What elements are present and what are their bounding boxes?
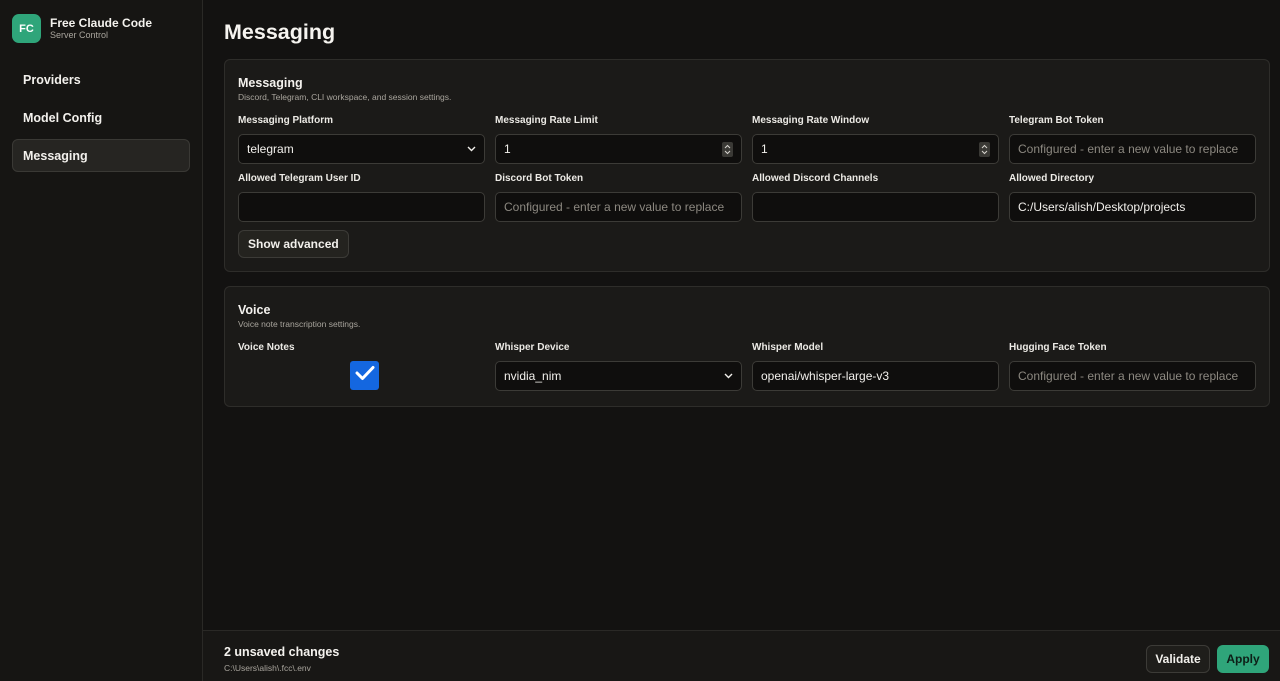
messaging-rate-window-label: Messaging Rate Window <box>752 115 870 126</box>
sidebar-nav: Providers Model Config Messaging <box>12 63 190 177</box>
whisper-device-value: nvidia_nim <box>504 369 562 383</box>
unsaved-changes-text: 2 unsaved changes <box>224 645 340 659</box>
messaging-card-description: Discord, Telegram, CLI workspace, and se… <box>238 92 452 102</box>
allowed-discord-channels-input[interactable] <box>752 192 999 222</box>
messaging-rate-limit-value: 1 <box>504 142 511 156</box>
show-advanced-button[interactable]: Show advanced <box>238 230 349 258</box>
allowed-directory-label: Allowed Directory <box>1009 173 1095 184</box>
sidebar-item-model-config[interactable]: Model Config <box>12 101 190 134</box>
messaging-card-title: Messaging <box>238 76 303 90</box>
discord-bot-token-field: Discord Bot Token Configured - enter a n… <box>495 173 742 222</box>
messaging-platform-value: telegram <box>247 142 294 156</box>
apply-button[interactable]: Apply <box>1217 645 1269 673</box>
messaging-rate-limit-field: Messaging Rate Limit 1 <box>495 115 742 164</box>
voice-card: Voice Voice note transcription settings.… <box>224 286 1270 407</box>
validate-button[interactable]: Validate <box>1146 645 1210 673</box>
footer-bar: 2 unsaved changes C:\Users\alish\.fcc\.e… <box>203 630 1280 681</box>
brand-logo: FC <box>12 14 41 43</box>
voice-notes-label: Voice Notes <box>238 342 295 353</box>
messaging-platform-label: Messaging Platform <box>238 115 334 126</box>
brand-text: Free Claude Code Server Control <box>50 16 152 41</box>
allowed-directory-value: C:/Users/alish/Desktop/projects <box>1018 200 1186 214</box>
hugging-face-token-placeholder: Configured - enter a new value to replac… <box>1018 369 1239 383</box>
telegram-bot-token-label: Telegram Bot Token <box>1009 115 1104 126</box>
telegram-bot-token-field: Telegram Bot Token Configured - enter a … <box>1009 115 1256 164</box>
page-title: Messaging <box>224 20 336 44</box>
allowed-telegram-user-input[interactable] <box>238 192 485 222</box>
messaging-rate-window-value: 1 <box>761 142 768 156</box>
messaging-rate-limit-label: Messaging Rate Limit <box>495 115 598 126</box>
whisper-model-value: openai/whisper-large-v3 <box>761 369 890 383</box>
whisper-model-input[interactable]: openai/whisper-large-v3 <box>752 361 999 391</box>
discord-bot-token-placeholder: Configured - enter a new value to replac… <box>504 200 725 214</box>
chevron-down-icon <box>723 371 733 381</box>
checkmark-icon <box>355 365 375 386</box>
hugging-face-token-input[interactable]: Configured - enter a new value to replac… <box>1009 361 1256 391</box>
whisper-model-field: Whisper Model openai/whisper-large-v3 <box>752 342 999 391</box>
allowed-discord-channels-label: Allowed Discord Channels <box>752 173 879 184</box>
brand-name: Free Claude Code <box>50 16 153 30</box>
whisper-model-label: Whisper Model <box>752 342 824 353</box>
telegram-bot-token-placeholder: Configured - enter a new value to replac… <box>1018 142 1239 156</box>
voice-notes-field: Voice Notes <box>238 342 485 356</box>
voice-notes-checkbox[interactable] <box>350 361 379 390</box>
allowed-directory-input[interactable]: C:/Users/alish/Desktop/projects <box>1009 192 1256 222</box>
messaging-rate-limit-input[interactable]: 1 <box>495 134 742 164</box>
brand-subtitle: Server Control <box>50 30 109 40</box>
spinner-arrows-icon[interactable] <box>979 141 990 157</box>
allowed-directory-field: Allowed Directory C:/Users/alish/Desktop… <box>1009 173 1256 222</box>
sidebar-item-providers[interactable]: Providers <box>12 63 190 96</box>
messaging-platform-field: Messaging Platform telegram <box>238 115 485 164</box>
hugging-face-token-label: Hugging Face Token <box>1009 342 1107 353</box>
messaging-card: Messaging Discord, Telegram, CLI workspa… <box>224 59 1270 272</box>
sidebar-item-messaging[interactable]: Messaging <box>12 139 190 172</box>
hugging-face-token-field: Hugging Face Token Configured - enter a … <box>1009 342 1256 391</box>
telegram-bot-token-input[interactable]: Configured - enter a new value to replac… <box>1009 134 1256 164</box>
allowed-telegram-user-label: Allowed Telegram User ID <box>238 173 361 184</box>
allowed-discord-channels-field: Allowed Discord Channels <box>752 173 999 222</box>
messaging-rate-window-input[interactable]: 1 <box>752 134 999 164</box>
discord-bot-token-input[interactable]: Configured - enter a new value to replac… <box>495 192 742 222</box>
voice-card-description: Voice note transcription settings. <box>238 319 361 329</box>
whisper-device-label: Whisper Device <box>495 342 570 353</box>
whisper-device-select[interactable]: nvidia_nim <box>495 361 742 391</box>
main-content: Messaging Messaging Discord, Telegram, C… <box>203 0 1280 630</box>
allowed-telegram-user-field: Allowed Telegram User ID <box>238 173 485 222</box>
spinner-arrows-icon[interactable] <box>722 141 733 157</box>
messaging-rate-window-field: Messaging Rate Window 1 <box>752 115 999 164</box>
whisper-device-field: Whisper Device nvidia_nim <box>495 342 742 391</box>
messaging-platform-select[interactable]: telegram <box>238 134 485 164</box>
sidebar: FC Free Claude Code Server Control Provi… <box>0 0 203 681</box>
env-file-path: C:\Users\alish\.fcc\.env <box>224 663 311 673</box>
brand: FC Free Claude Code Server Control <box>12 14 152 43</box>
voice-card-title: Voice <box>238 303 271 317</box>
chevron-down-icon <box>466 144 476 154</box>
discord-bot-token-label: Discord Bot Token <box>495 173 584 184</box>
